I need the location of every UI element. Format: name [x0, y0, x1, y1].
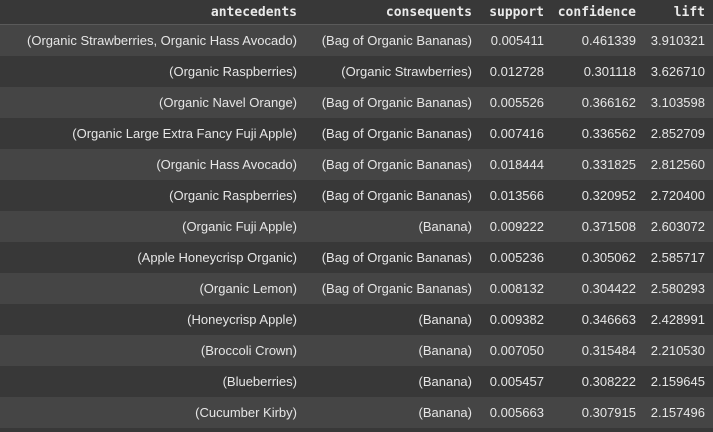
support-cell: 0.008132 [480, 273, 552, 304]
lift-cell: 2.585717 [644, 242, 713, 273]
table-row: (Broccoli Crown) (Banana) 0.007050 0.315484… [0, 335, 713, 366]
consequents-cell: (Organic Strawberries) [305, 56, 480, 87]
antecedents-cell: (Organic Hass Avocado) [0, 149, 305, 180]
confidence-cell: 0.461339 [552, 24, 644, 56]
antecedents-cell: (Organic Navel Orange) [0, 87, 305, 118]
confidence-cell: 0.331825 [552, 149, 644, 180]
header-row: antecedents consequents support confiden… [0, 0, 713, 25]
table-row: (Apple Honeycrisp Organic) (Bag of Organi… [0, 242, 713, 273]
table-row: (Honeycrisp Apple) (Banana) 0.009382 0.3466… [0, 304, 713, 335]
confidence-cell: 0.304422 [552, 273, 644, 304]
column-header-confidence[interactable]: confidence [552, 0, 644, 25]
consequents-cell: (Bag of Organic Bananas) [305, 24, 480, 56]
support-cell: 0.005663 [480, 397, 552, 428]
support-cell: 0.009222 [480, 211, 552, 242]
association-rules-table: antecedents consequents support confiden… [0, 0, 713, 428]
support-cell: 0.005411 [480, 24, 552, 56]
column-header-support[interactable]: support [480, 0, 552, 25]
antecedents-cell: (Organic Large Extra Fancy Fuji Apple) [0, 118, 305, 149]
consequents-cell: (Banana) [305, 211, 480, 242]
table-body: (Organic Strawberries, Organic Hass Avoc… [0, 24, 713, 428]
consequents-cell: (Banana) [305, 366, 480, 397]
lift-cell: 2.159645 [644, 366, 713, 397]
antecedents-cell: (Organic Lemon) [0, 273, 305, 304]
confidence-cell: 0.346663 [552, 304, 644, 335]
confidence-cell: 0.305062 [552, 242, 644, 273]
column-header-consequents[interactable]: consequents [305, 0, 480, 25]
lift-cell: 2.720400 [644, 180, 713, 211]
support-cell: 0.012728 [480, 56, 552, 87]
lift-cell: 2.603072 [644, 211, 713, 242]
antecedents-cell: (Organic Fuji Apple) [0, 211, 305, 242]
antecedents-cell: (Organic Raspberries) [0, 56, 305, 87]
confidence-cell: 0.371508 [552, 211, 644, 242]
lift-cell: 2.580293 [644, 273, 713, 304]
table-row: (Organic Raspberries) (Organic Strawberri… [0, 56, 713, 87]
table-row: (Organic Fuji Apple) (Banana) 0.009222 0.37… [0, 211, 713, 242]
antecedents-cell: (Cucumber Kirby) [0, 397, 305, 428]
table-row: (Organic Large Extra Fancy Fuji Apple) (B… [0, 118, 713, 149]
support-cell: 0.013566 [480, 180, 552, 211]
consequents-cell: (Bag of Organic Bananas) [305, 273, 480, 304]
lift-cell: 2.812560 [644, 149, 713, 180]
confidence-cell: 0.336562 [552, 118, 644, 149]
table-row: (Organic Raspberries) (Bag of Organic Ban… [0, 180, 713, 211]
confidence-cell: 0.301118 [552, 56, 644, 87]
antecedents-cell: (Blueberries) [0, 366, 305, 397]
confidence-cell: 0.307915 [552, 397, 644, 428]
table-row: (Cucumber Kirby) (Banana) 0.005663 0.307915… [0, 397, 713, 428]
consequents-cell: (Banana) [305, 397, 480, 428]
lift-cell: 3.103598 [644, 87, 713, 118]
consequents-cell: (Bag of Organic Bananas) [305, 118, 480, 149]
antecedents-cell: (Broccoli Crown) [0, 335, 305, 366]
confidence-cell: 0.320952 [552, 180, 644, 211]
consequents-cell: (Bag of Organic Bananas) [305, 149, 480, 180]
support-cell: 0.005236 [480, 242, 552, 273]
lift-cell: 2.428991 [644, 304, 713, 335]
consequents-cell: (Bag of Organic Bananas) [305, 242, 480, 273]
lift-cell: 2.852709 [644, 118, 713, 149]
confidence-cell: 0.366162 [552, 87, 644, 118]
lift-cell: 2.157496 [644, 397, 713, 428]
consequents-cell: (Banana) [305, 304, 480, 335]
consequents-cell: (Banana) [305, 335, 480, 366]
support-cell: 0.005526 [480, 87, 552, 118]
antecedents-cell: (Organic Raspberries) [0, 180, 305, 211]
antecedents-cell: (Apple Honeycrisp Organic) [0, 242, 305, 273]
table-row: (Organic Strawberries, Organic Hass Avoc… [0, 24, 713, 56]
table-row: (Organic Lemon) (Bag of Organic Bananas) 0… [0, 273, 713, 304]
support-cell: 0.005457 [480, 366, 552, 397]
consequents-cell: (Bag of Organic Bananas) [305, 87, 480, 118]
antecedents-cell: (Organic Strawberries, Organic Hass Avoc… [0, 24, 305, 56]
support-cell: 0.007050 [480, 335, 552, 366]
support-cell: 0.009382 [480, 304, 552, 335]
column-header-lift[interactable]: lift [644, 0, 713, 25]
table-row: (Organic Navel Orange) (Bag of Organic Ba… [0, 87, 713, 118]
lift-cell: 2.210530 [644, 335, 713, 366]
confidence-cell: 0.315484 [552, 335, 644, 366]
lift-cell: 3.910321 [644, 24, 713, 56]
antecedents-cell: (Honeycrisp Apple) [0, 304, 305, 335]
column-header-antecedents[interactable]: antecedents [0, 0, 305, 25]
table-row: (Blueberries) (Banana) 0.005457 0.308222 2.1… [0, 366, 713, 397]
confidence-cell: 0.308222 [552, 366, 644, 397]
table-row: (Organic Hass Avocado) (Bag of Organic Ba… [0, 149, 713, 180]
consequents-cell: (Bag of Organic Bananas) [305, 180, 480, 211]
support-cell: 0.007416 [480, 118, 552, 149]
lift-cell: 3.626710 [644, 56, 713, 87]
support-cell: 0.018444 [480, 149, 552, 180]
